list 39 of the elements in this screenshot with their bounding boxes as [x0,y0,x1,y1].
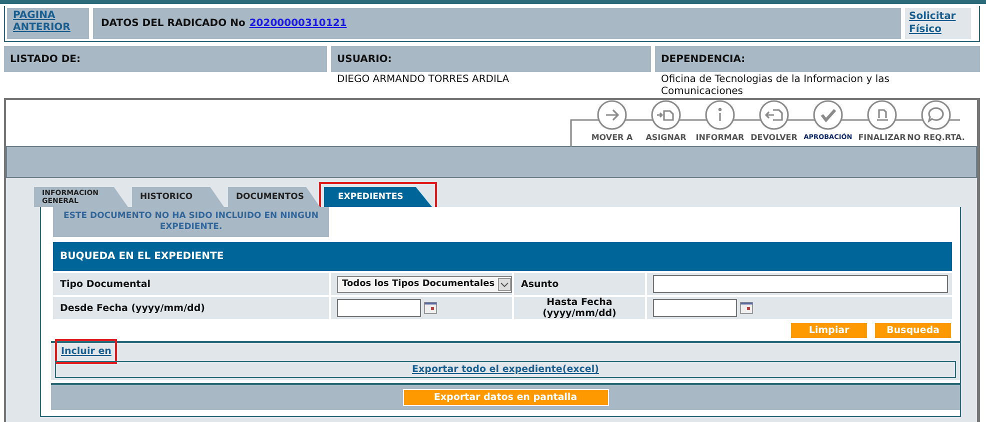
request-physical-link[interactable]: Solicitar Físico [905,8,971,39]
date-field[interactable] [337,299,421,317]
field-label: Desde Fecha (yyyy/mm/dd) [53,297,329,319]
action-button[interactable]: ASIGNAR [639,100,693,146]
include-link[interactable]: Incluir en [61,345,112,358]
subject-field[interactable] [653,275,948,293]
document-type-select[interactable]: Todos los Tipos Documentales [337,276,512,292]
calendar-icon[interactable] [740,302,753,314]
tab[interactable]: HISTORICO [132,187,224,207]
tab[interactable]: DOCUMENTOS [228,187,320,207]
action-button[interactable]: DEVOLVER [747,100,801,146]
info-value: Oficina de Tecnologias de la Informacion y las Comunicaciones [660,73,890,98]
info-label: LISTADO DE: [4,46,327,72]
record-number-link[interactable]: 20200000310121 [249,18,347,29]
action-button[interactable]: NO REQ.RTA. [909,100,963,146]
circle-action-icon [867,100,897,130]
field-label: Hasta Fecha (yyyy/mm/dd) [514,297,645,319]
field-label: Tipo Documental [53,273,329,295]
circle-action-icon [651,100,681,130]
action-button[interactable]: INFORMAR [693,100,747,146]
check-icon [813,100,843,130]
action-button[interactable]: MOVER A [585,100,639,146]
circle-action-icon [705,100,735,130]
info-label: USUARIO: [331,46,651,72]
circle-action-icon [759,100,789,130]
search-header: BUQUEDA EN EL EXPEDIENTE [53,242,952,271]
calendar-icon[interactable] [424,302,437,314]
circle-action-icon [921,100,951,130]
caret-icon [498,278,511,290]
notice-message: ESTE DOCUMENTO NO HA SIDO INCLUIDO EN NINGUN EXPEDIENTE. [53,207,329,237]
date-field[interactable] [653,299,737,317]
export-excel-link[interactable]: Exportar todo el expediente(excel) [412,364,599,375]
tab[interactable]: EXPEDIENTES [324,187,432,207]
info-value: DIEGO ARMANDO TORRES ARDILA [336,73,510,87]
field-label: Asunto [514,273,645,295]
action-button[interactable]: FINALIZAR [855,100,909,146]
info-label: DEPENDENCIA: [655,46,980,72]
record-title: DATOS DEL RADICADO No [101,18,246,29]
circle-action-icon [597,100,627,130]
